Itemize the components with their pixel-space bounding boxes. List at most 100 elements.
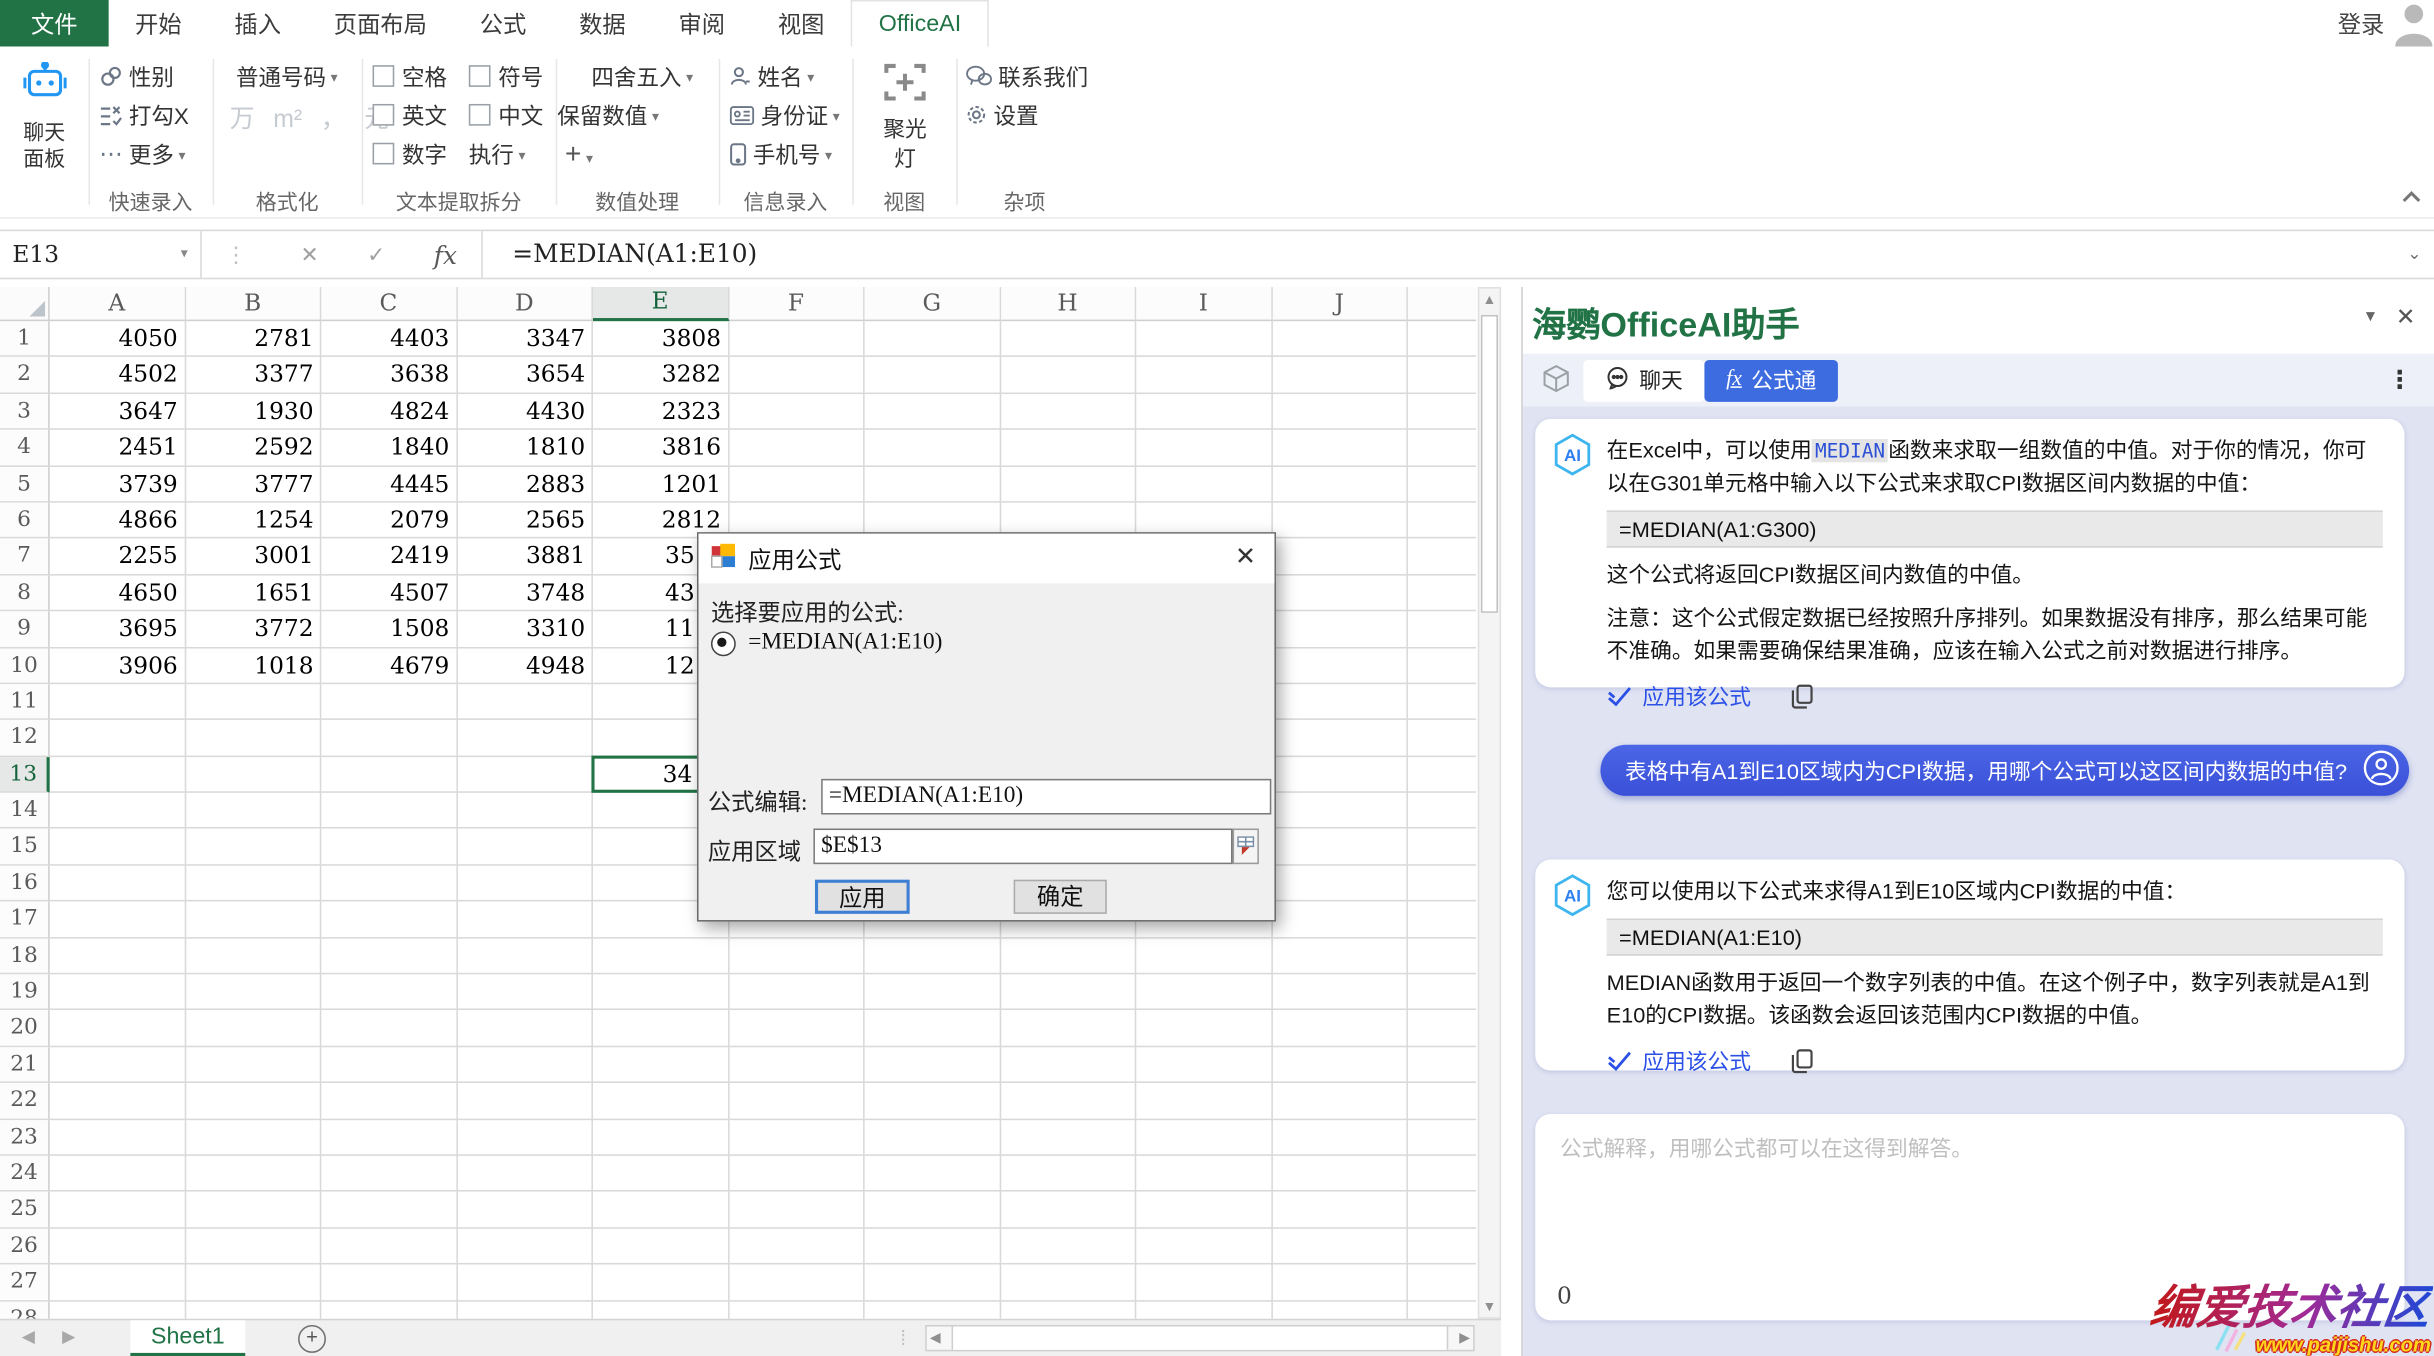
cell[interactable] <box>593 1228 729 1264</box>
row-header[interactable]: 27 <box>0 1265 50 1301</box>
cell[interactable] <box>185 757 321 793</box>
row-header[interactable]: 9 <box>0 611 50 647</box>
cell[interactable] <box>50 829 186 865</box>
row-header[interactable]: 1 <box>0 321 50 357</box>
close-icon[interactable]: ✕ <box>2396 295 2416 342</box>
cell[interactable] <box>321 1265 457 1301</box>
row-header[interactable]: 3 <box>0 394 50 430</box>
row-header[interactable]: 15 <box>0 829 50 865</box>
cell[interactable] <box>457 757 593 793</box>
cell[interactable] <box>185 1156 321 1192</box>
apply-region-input[interactable] <box>813 829 1232 865</box>
cell[interactable] <box>185 1047 321 1083</box>
cell[interactable] <box>185 1228 321 1264</box>
cell[interactable] <box>1000 1011 1136 1047</box>
cell[interactable] <box>1000 466 1136 502</box>
cell[interactable] <box>185 938 321 974</box>
cell[interactable] <box>729 1156 865 1192</box>
plus-dropdown[interactable]: + <box>565 137 593 171</box>
check-x-button[interactable]: 打勾X <box>99 98 189 132</box>
row-header[interactable]: 19 <box>0 974 50 1010</box>
formula-radio-option[interactable]: =MEDIAN(A1:E10) <box>711 630 942 656</box>
cell[interactable] <box>185 684 321 720</box>
cell[interactable]: 1254 <box>185 503 321 539</box>
cell[interactable] <box>1408 757 1476 793</box>
apply-button[interactable]: 应用 <box>815 880 910 914</box>
cell[interactable] <box>1000 1047 1136 1083</box>
cell[interactable] <box>1408 1011 1476 1047</box>
cell[interactable] <box>593 1047 729 1083</box>
kebab-menu-icon[interactable]: ⋮ <box>2387 365 2412 396</box>
cell[interactable]: 4445 <box>321 466 457 502</box>
cell[interactable] <box>729 1011 865 1047</box>
cell[interactable] <box>1136 1120 1272 1156</box>
cell[interactable]: 1930 <box>185 394 321 430</box>
column-header[interactable]: A <box>50 287 186 321</box>
checkbox-digit[interactable]: 数字 <box>373 137 448 171</box>
cell[interactable]: 3347 <box>457 321 593 357</box>
cell[interactable] <box>865 1228 1001 1264</box>
cell[interactable] <box>1408 684 1476 720</box>
range-picker-icon[interactable] <box>1233 829 1259 865</box>
cell[interactable] <box>185 866 321 902</box>
cell[interactable] <box>185 1120 321 1156</box>
cell[interactable]: 1018 <box>185 648 321 684</box>
cell[interactable] <box>457 1011 593 1047</box>
cell[interactable] <box>185 1011 321 1047</box>
cell[interactable] <box>1272 829 1408 865</box>
cell[interactable] <box>50 974 186 1010</box>
apply-formula-link[interactable]: 应用该公式 <box>1607 1046 1751 1077</box>
cell[interactable] <box>1000 321 1136 357</box>
cell[interactable]: 3748 <box>457 575 593 611</box>
cell[interactable] <box>457 866 593 902</box>
cell[interactable] <box>1272 648 1408 684</box>
checkbox-english[interactable]: 英文 <box>373 98 448 132</box>
radio-selected-icon[interactable] <box>711 631 736 656</box>
sheet-nav-left-icon[interactable]: ◀ <box>22 1320 35 1356</box>
cell[interactable] <box>1408 1228 1476 1264</box>
cell[interactable] <box>865 1120 1001 1156</box>
settings-button[interactable]: 设置 <box>966 98 1039 132</box>
cell[interactable] <box>729 1047 865 1083</box>
cell[interactable] <box>185 974 321 1010</box>
cell[interactable]: 2592 <box>185 430 321 466</box>
horizontal-scroll-thumb[interactable] <box>952 1327 1449 1350</box>
cell[interactable] <box>457 938 593 974</box>
cell[interactable] <box>593 974 729 1010</box>
cell[interactable] <box>457 1228 593 1264</box>
comma-format-icon[interactable]: ， <box>321 98 346 135</box>
cell[interactable]: 4650 <box>50 575 186 611</box>
cell[interactable] <box>1272 938 1408 974</box>
cell[interactable] <box>50 1047 186 1083</box>
cell[interactable] <box>1272 611 1408 647</box>
formula-input[interactable]: =MEDIAN(A1:E10) <box>512 231 757 278</box>
cell[interactable] <box>865 1011 1001 1047</box>
cell[interactable] <box>1272 430 1408 466</box>
cell[interactable] <box>1272 1228 1408 1264</box>
name-box[interactable]: E13 ▾ <box>0 231 202 278</box>
cell[interactable] <box>1408 466 1476 502</box>
cell[interactable] <box>50 684 186 720</box>
cell[interactable] <box>321 1192 457 1228</box>
cell[interactable] <box>1000 974 1136 1010</box>
cell[interactable] <box>1136 1083 1272 1119</box>
cell[interactable] <box>321 1083 457 1119</box>
column-header[interactable]: H <box>1000 287 1136 321</box>
column-header[interactable]: D <box>457 287 593 321</box>
cell[interactable] <box>50 902 186 938</box>
cell[interactable] <box>50 793 186 829</box>
cell[interactable] <box>321 1011 457 1047</box>
cell[interactable] <box>50 1301 186 1319</box>
apply-formula-link[interactable]: 应用该公式 <box>1607 681 1751 712</box>
cell[interactable]: 4050 <box>50 321 186 357</box>
cell[interactable] <box>1136 1156 1272 1192</box>
cell[interactable] <box>1272 394 1408 430</box>
cell[interactable] <box>185 793 321 829</box>
cell[interactable] <box>1272 539 1408 575</box>
cell[interactable] <box>1272 902 1408 938</box>
cell[interactable] <box>1408 1047 1476 1083</box>
cell[interactable] <box>1408 829 1476 865</box>
cell[interactable] <box>1000 394 1136 430</box>
cell[interactable]: 1651 <box>185 575 321 611</box>
row-header[interactable]: 16 <box>0 866 50 902</box>
